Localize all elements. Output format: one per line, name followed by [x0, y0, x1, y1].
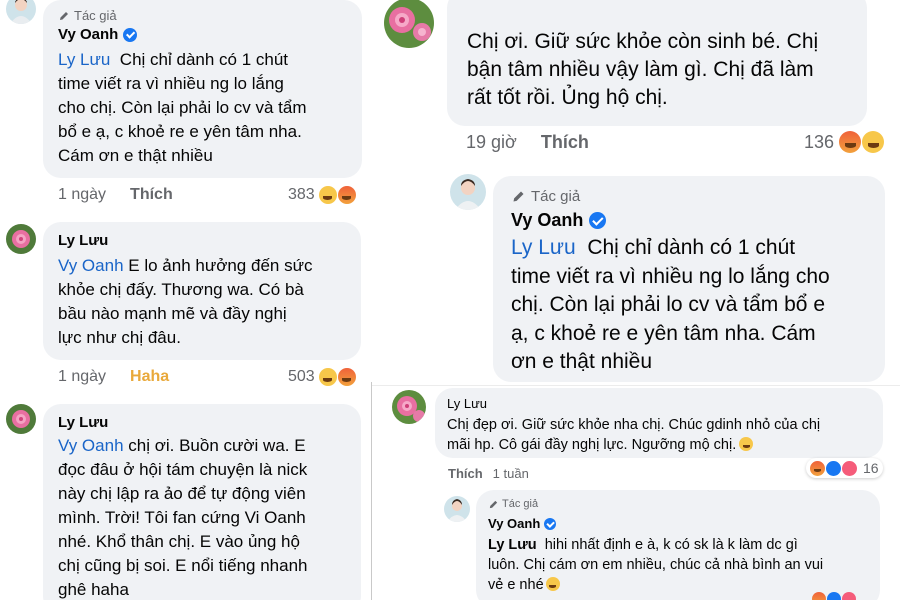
haha-reaction-icon: [318, 186, 337, 204]
like-reaction-icon: [826, 460, 841, 476]
comment-meta: Thích 1 tuần: [448, 466, 529, 481]
pencil-icon: [488, 499, 499, 510]
verified-badge-icon: [589, 212, 607, 229]
reaction-count: 503: [288, 368, 315, 385]
avatar-ly-luu[interactable]: [392, 390, 426, 424]
angry-reaction-icon: [839, 131, 862, 153]
author-badge-label: Tác giả: [502, 498, 539, 510]
comment-bubble: Ly Lưu Chị đẹp ơi. Giữ sức khỏe nha chị.…: [435, 388, 883, 458]
haha-reaction-icon: [862, 131, 885, 153]
author-badge: Tác giả: [488, 498, 538, 510]
reaction-summary[interactable]: 503: [288, 368, 356, 386]
comment-text: Ly Lưu Chị chỉ dành có 1 chút time viết …: [58, 50, 307, 165]
reaction-summary[interactable]: [812, 592, 856, 600]
avatar-ly-luu[interactable]: [6, 224, 36, 254]
timestamp[interactable]: 19 giờ: [466, 132, 517, 153]
angry-reaction-icon: [337, 368, 356, 386]
comment-meta: 19 giờ Thích: [466, 132, 589, 153]
comment-bubble: Ly Lưu Vy Oanh E lo ảnh hưởng đến sức kh…: [43, 222, 361, 360]
like-button[interactable]: Thích: [541, 132, 589, 153]
right-top-comment-panel: Chị ơi. Giữ sức khỏe còn sinh bé. Chị bậ…: [372, 0, 900, 386]
pencil-icon: [58, 10, 70, 22]
love-reaction-icon: [842, 592, 856, 600]
angry-reaction-icon: [810, 460, 825, 476]
angry-reaction-icon: [337, 186, 356, 204]
pencil-icon: [511, 189, 526, 204]
like-reaction-icon: [827, 592, 841, 600]
angry-reaction-icon: [812, 592, 826, 600]
comment-text: Chị ơi. Giữ sức khỏe còn sinh bé. Chị bậ…: [467, 30, 819, 109]
reaction-summary[interactable]: 16: [806, 458, 883, 478]
timestamp[interactable]: 1 tuần: [493, 466, 529, 481]
author-badge: Tác giả: [511, 188, 580, 205]
comment-text: Ly Lưu Chị chỉ dành có 1 chút time viết …: [511, 236, 830, 373]
verified-badge-icon: [123, 27, 138, 42]
mention-link[interactable]: Ly Lưu: [58, 50, 110, 69]
verified-badge-icon: [544, 517, 557, 530]
commenter-name[interactable]: Vy Oanh: [58, 26, 118, 43]
avatar-ly-luu[interactable]: [6, 404, 36, 434]
heart-eyes-emoji-icon: [739, 437, 754, 451]
smile-emoji-icon: [545, 577, 560, 591]
comment-bubble: Tác giả Vy Oanh Ly Lưu Chị chỉ dành có 1…: [493, 176, 885, 382]
author-badge: Tác giả: [58, 8, 117, 23]
mention-link[interactable]: Ly Lưu: [488, 537, 537, 553]
like-button[interactable]: Thích: [130, 186, 173, 204]
comment-bubble: Ly Lưu Vy Oanh chị ơi. Buồn cười wa. E đ…: [43, 404, 361, 600]
comment-meta: 1 ngày Thích: [58, 186, 173, 204]
reaction-count: 136: [804, 131, 835, 152]
author-badge-label: Tác giả: [74, 8, 117, 23]
commenter-name[interactable]: Ly Lưu: [58, 232, 108, 249]
author-badge-label: Tác giả: [531, 188, 581, 205]
comment-text: Ly Lưu hihi nhất định e à, k có sk là k …: [488, 537, 824, 593]
commenter-name[interactable]: Vy Oanh: [488, 516, 540, 531]
reaction-summary[interactable]: 136: [804, 131, 885, 153]
comment-text: Vy Oanh E lo ảnh hưởng đến sức khỏe chị …: [58, 256, 313, 347]
reaction-count: 16: [863, 460, 879, 476]
right-bottom-comment-panel: Ly Lưu Chị đẹp ơi. Giữ sức khỏe nha chị.…: [372, 386, 900, 600]
love-reaction-icon: [842, 460, 857, 476]
commenter-name[interactable]: Ly Lưu: [58, 414, 108, 431]
commenter-name[interactable]: Vy Oanh: [511, 210, 583, 231]
avatar-vy-oanh[interactable]: [6, 0, 36, 24]
comment-text: Chị đẹp ơi. Giữ sức khỏe nha chị. Chúc g…: [447, 417, 821, 453]
timestamp[interactable]: 1 ngày: [58, 368, 106, 386]
haha-button[interactable]: Haha: [130, 368, 169, 386]
comment-bubble: Chị ơi. Giữ sức khỏe còn sinh bé. Chị bậ…: [447, 0, 867, 126]
haha-reaction-icon: [318, 368, 337, 386]
avatar-vy-oanh[interactable]: [444, 496, 470, 522]
comment-bubble: Tác giả Vy Oanh Ly Lưu hihi nhất định e …: [476, 490, 880, 600]
timestamp[interactable]: 1 ngày: [58, 186, 106, 204]
mention-link[interactable]: Vy Oanh: [58, 436, 124, 455]
avatar-ly-luu[interactable]: [384, 0, 434, 48]
commenter-name[interactable]: Ly Lưu: [447, 396, 487, 411]
comment-meta: 1 ngày Haha: [58, 368, 169, 386]
mention-link[interactable]: Ly Lưu: [511, 236, 576, 259]
comment-bubble: Tác giả Vy Oanh Ly Lưu Chị chỉ dành có 1…: [43, 0, 362, 178]
reaction-summary[interactable]: 383: [288, 186, 356, 204]
reaction-count: 383: [288, 186, 315, 203]
comment-text: Vy Oanh chị ơi. Buồn cười wa. E đọc đâu …: [58, 436, 308, 599]
like-button[interactable]: Thích: [448, 466, 483, 481]
mention-link[interactable]: Vy Oanh: [58, 256, 124, 275]
left-comment-panel: Tác giả Vy Oanh Ly Lưu Chị chỉ dành có 1…: [0, 0, 372, 600]
avatar-vy-oanh[interactable]: [450, 174, 486, 210]
